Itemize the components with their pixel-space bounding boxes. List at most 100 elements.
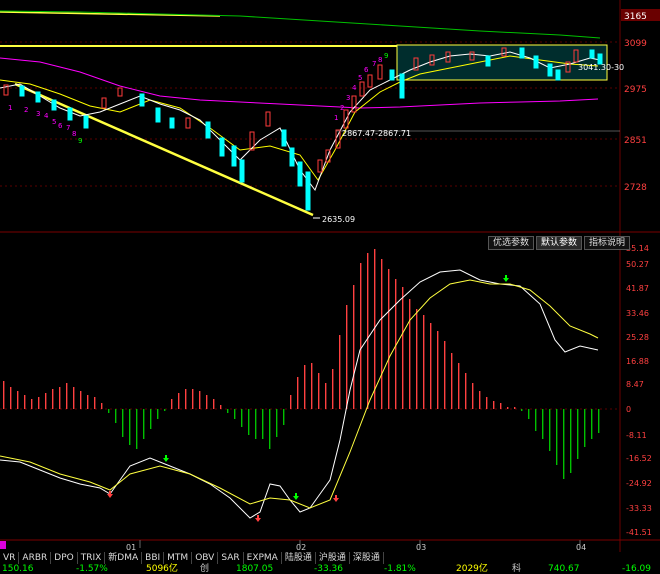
macd-bar bbox=[10, 387, 12, 409]
td-count: 4 bbox=[352, 84, 357, 92]
macd-bar bbox=[451, 353, 453, 409]
macd-bar bbox=[311, 363, 313, 409]
up-arrow-icon bbox=[255, 515, 261, 522]
crossover-markers bbox=[107, 275, 509, 522]
macd-bar bbox=[507, 407, 509, 409]
macd-bar bbox=[129, 409, 131, 445]
macd-bar bbox=[318, 373, 320, 409]
tab-shengutong[interactable]: 深股通 bbox=[350, 552, 384, 564]
tab-arbr[interactable]: ARBR bbox=[19, 552, 52, 564]
macd-bar bbox=[45, 393, 47, 409]
indicator-axis-label: 8.47 bbox=[626, 380, 644, 389]
macd-bar bbox=[3, 381, 5, 409]
macd-bar bbox=[276, 409, 278, 437]
status-value: -1.81% bbox=[384, 564, 416, 574]
status-value: 740.67 bbox=[548, 564, 580, 574]
td-count: 7 bbox=[372, 60, 376, 68]
indicator-help-button[interactable]: 指标说明 bbox=[584, 236, 631, 250]
tab-expma[interactable]: EXPMA bbox=[244, 552, 282, 564]
tab-sar[interactable]: SAR bbox=[218, 552, 244, 564]
macd-bar bbox=[388, 269, 390, 409]
indicator-axis-label: -8.11 bbox=[626, 431, 647, 440]
indicator-axis-label: -33.33 bbox=[626, 504, 652, 513]
macd-bar bbox=[346, 305, 348, 409]
optimized-params-button[interactable]: 优选参数 bbox=[488, 236, 535, 250]
stock-chart-canvas[interactable]: 3165 3099 2975 2851 2728 1 2 3 4 5 6 7 8… bbox=[0, 0, 660, 574]
indicator-axis-label: -16.52 bbox=[626, 454, 652, 463]
down-arrow-icon bbox=[293, 493, 299, 500]
macd-bar bbox=[591, 409, 593, 439]
price-label: 2728 bbox=[624, 183, 647, 193]
macd-bar bbox=[143, 409, 145, 439]
td-count: 5 bbox=[52, 118, 56, 126]
indicator-axis-label: 16.88 bbox=[626, 357, 649, 366]
macd-bar bbox=[437, 331, 439, 409]
down-arrow-icon bbox=[503, 275, 509, 282]
td-count: 8 bbox=[72, 130, 76, 138]
macd-bar bbox=[164, 409, 166, 411]
macd-bar bbox=[423, 315, 425, 409]
status-value: 5096亿 bbox=[146, 564, 178, 574]
macd-bar bbox=[283, 409, 285, 425]
macd-bar bbox=[598, 409, 600, 433]
status-value: 科 bbox=[512, 564, 522, 574]
default-params-button[interactable]: 默认参数 bbox=[536, 236, 583, 250]
macd-bar bbox=[73, 387, 75, 409]
macd-bar bbox=[297, 377, 299, 409]
macd-bar bbox=[472, 383, 474, 409]
macd-bar bbox=[416, 309, 418, 409]
month-label: 02 bbox=[296, 543, 306, 552]
tab-new-dma[interactable]: 新DMA bbox=[105, 552, 143, 564]
macd-bar bbox=[570, 409, 572, 473]
macd-bar bbox=[563, 409, 565, 479]
macd-bar bbox=[577, 409, 579, 459]
macd-bar bbox=[38, 397, 40, 409]
indicator-axis-label: 33.46 bbox=[626, 309, 649, 318]
macd-bar bbox=[528, 409, 530, 419]
macd-bar bbox=[192, 389, 194, 409]
macd-bar bbox=[444, 341, 446, 409]
macd-bar bbox=[178, 393, 180, 409]
macd-bar bbox=[31, 399, 33, 409]
macd-bar bbox=[549, 409, 551, 451]
macd-bar bbox=[556, 409, 558, 465]
macd-bar bbox=[479, 391, 481, 409]
macd-bar bbox=[136, 409, 138, 449]
macd-bar bbox=[234, 409, 236, 419]
tab-hugutong[interactable]: 沪股通 bbox=[316, 552, 350, 564]
status-value: 创 bbox=[200, 564, 210, 574]
td-count: 4 bbox=[44, 112, 49, 120]
dea-line bbox=[0, 279, 599, 509]
price-label: 3165 bbox=[624, 12, 647, 22]
up-arrow-icon bbox=[333, 495, 339, 502]
macd-bar bbox=[269, 409, 271, 449]
price-label: 2975 bbox=[624, 85, 647, 95]
tab-vr[interactable]: VR bbox=[0, 552, 20, 564]
td-count: 2 bbox=[340, 104, 344, 112]
tab-obv[interactable]: OBV bbox=[192, 552, 219, 564]
td-count: 3 bbox=[346, 94, 350, 102]
macd-bar bbox=[486, 397, 488, 409]
tab-lugutong[interactable]: 陆股通 bbox=[282, 552, 316, 564]
macd-bar bbox=[381, 259, 383, 409]
macd-bar bbox=[514, 407, 516, 409]
macd-bar bbox=[206, 395, 208, 409]
tab-dpo[interactable]: DPO bbox=[51, 552, 78, 564]
td-count: 7 bbox=[66, 124, 70, 132]
indicator-tabs: VR ARBR DPO TRIX 新DMA BBI MTM OBV SAR EX… bbox=[0, 552, 660, 564]
down-arrow-icon bbox=[163, 455, 169, 462]
macd-bar bbox=[360, 263, 362, 409]
td-count: 5 bbox=[358, 74, 362, 82]
macd-bar bbox=[542, 409, 544, 439]
tab-mtm[interactable]: MTM bbox=[164, 552, 193, 564]
macd-bar bbox=[325, 383, 327, 409]
macd-bar bbox=[332, 369, 334, 409]
indicator-axis-label: -41.51 bbox=[626, 528, 652, 537]
status-value: -33.36 bbox=[314, 564, 344, 574]
status-value: -1.57% bbox=[76, 564, 108, 574]
tab-trix[interactable]: TRIX bbox=[78, 552, 106, 564]
tab-bbi[interactable]: BBI bbox=[142, 552, 165, 564]
price-label: 3099 bbox=[624, 39, 647, 49]
indicator-axis-label: -24.92 bbox=[626, 479, 652, 488]
td-count: 6 bbox=[58, 122, 63, 130]
